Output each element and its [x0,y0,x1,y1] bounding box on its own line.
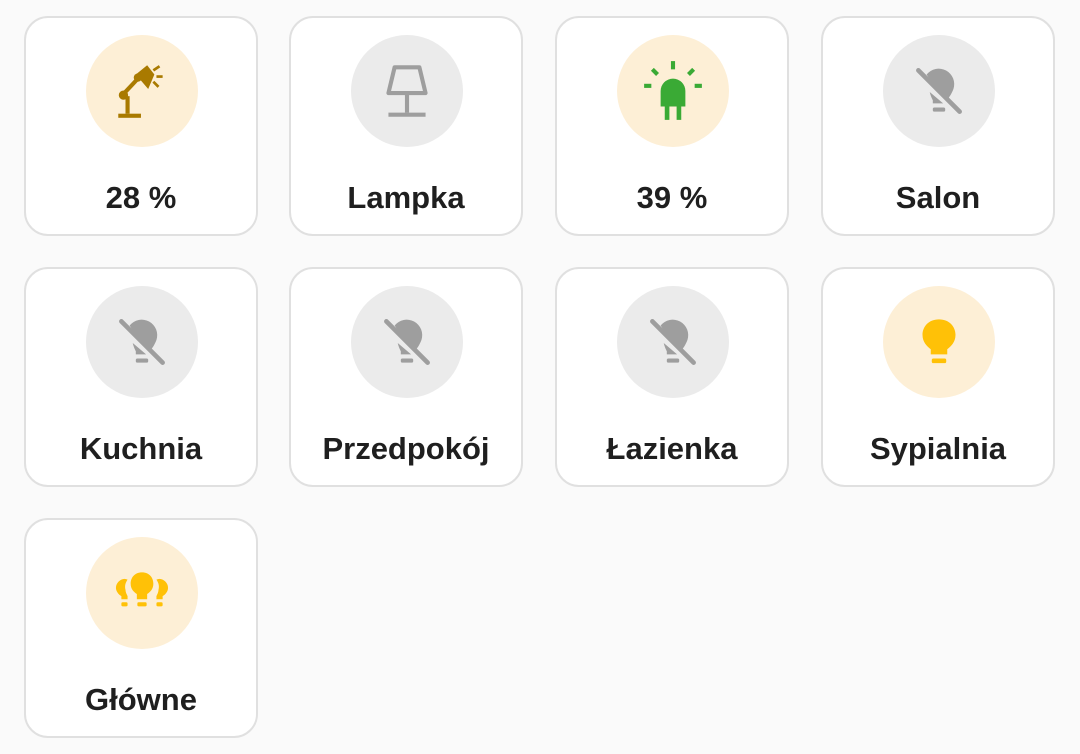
light-tile-lazienka[interactable]: Łazienka [555,267,789,487]
tile-label: Łazienka [606,431,738,466]
lightbulb-off-icon [86,286,198,398]
desk-lamp-icon [86,35,198,147]
tile-label: Kuchnia [79,431,203,466]
lightbulb-off-icon [883,35,995,147]
light-tile-led[interactable]: 39 % [555,16,789,236]
tile-label: 28 % [105,180,177,215]
light-tile-desk-lamp[interactable]: 28 % [24,16,258,236]
lightbulb-off-icon [617,286,729,398]
tile-label: Przedpokój [322,431,490,466]
light-tile-przedpokoj[interactable]: Przedpokój [289,267,523,487]
light-tile-glowne[interactable]: Główne [24,518,258,738]
light-tile-lampka[interactable]: Lampka [289,16,523,236]
light-tile-salon[interactable]: Salon [821,16,1055,236]
led-icon [617,35,729,147]
tile-label: Sypialnia [869,431,1007,466]
tile-label: 39 % [636,180,708,215]
lightbulb-icon [883,286,995,398]
lightbulb-group-icon [86,537,198,649]
tile-label: Główne [85,682,197,717]
light-tiles-grid: 28 % Lampka 39 % Salon Kuchnia Przedpokó… [0,0,1080,754]
light-tile-sypialnia[interactable]: Sypialnia [821,267,1055,487]
tile-label: Salon [895,180,981,215]
lightbulb-off-icon [351,286,463,398]
light-tile-kuchnia[interactable]: Kuchnia [24,267,258,487]
floor-lamp-icon [351,35,463,147]
tile-label: Lampka [347,180,465,215]
